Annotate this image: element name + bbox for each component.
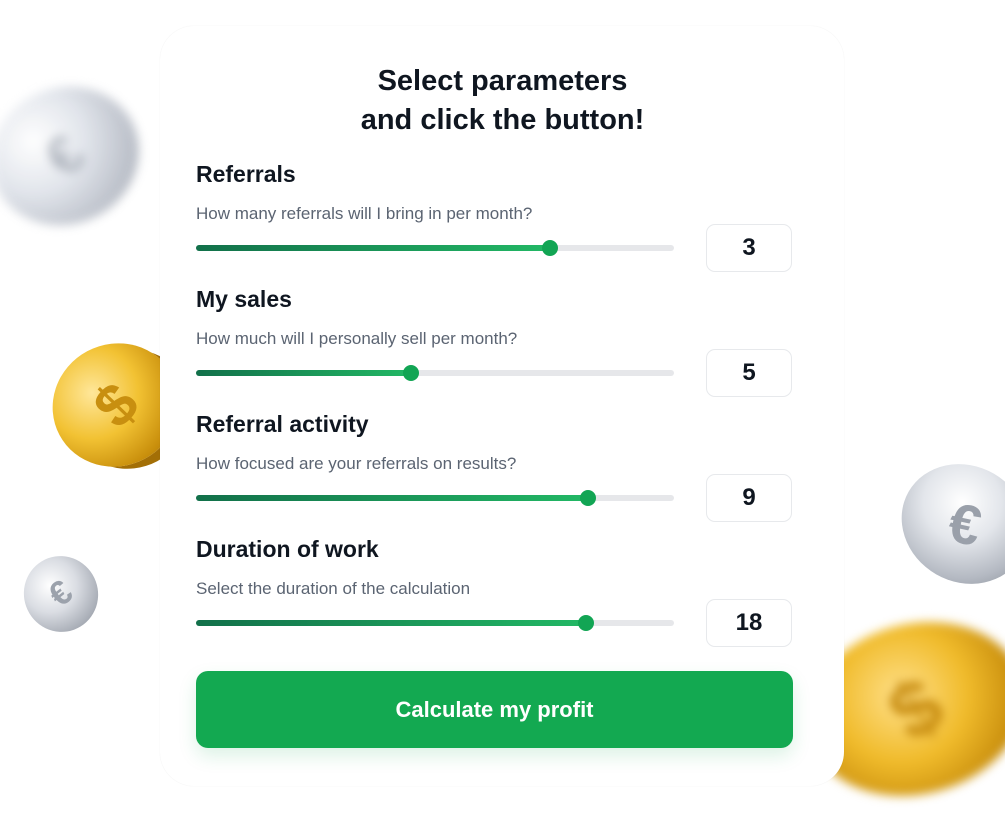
referrals-description: How many referrals will I bring in per m… [196, 204, 533, 223]
silver-coin-icon: € [879, 441, 1005, 607]
duration-value[interactable]: 18 [706, 599, 792, 647]
referral-activity-description: How focused are your referrals on result… [196, 454, 517, 473]
referrals-slider-thumb[interactable] [541, 240, 558, 256]
duration-slider[interactable] [196, 615, 674, 631]
duration-section: Duration of work Select the duration of … [196, 536, 796, 661]
title-line-2: and click the button! [360, 104, 645, 136]
my-sales-slider[interactable] [196, 365, 674, 381]
referrals-value[interactable]: 3 [706, 224, 792, 272]
my-sales-section: My sales How much will I personally sell… [196, 286, 796, 411]
referrals-slider-fill [196, 245, 550, 251]
referral-activity-label: Referral activity [196, 411, 369, 437]
referral-activity-value[interactable]: 9 [706, 474, 792, 522]
referral-activity-slider-thumb[interactable] [579, 490, 596, 506]
duration-label: Duration of work [196, 536, 379, 562]
my-sales-label: My sales [196, 286, 292, 312]
silver-coin-icon: € [13, 545, 109, 643]
my-sales-slider-fill [196, 370, 412, 376]
calculate-profit-button[interactable]: Calculate my profit [196, 671, 793, 748]
page-title: Select parameters and click the button! [0, 62, 1005, 140]
my-sales-description: How much will I personally sell per mont… [196, 329, 518, 348]
title-line-1: Select parameters [377, 65, 628, 97]
my-sales-value[interactable]: 5 [706, 349, 792, 397]
my-sales-slider-thumb[interactable] [403, 365, 420, 381]
duration-slider-thumb[interactable] [577, 615, 594, 631]
duration-description: Select the duration of the calculation [196, 579, 471, 598]
referrals-slider[interactable] [196, 240, 674, 256]
duration-slider-fill [196, 620, 586, 626]
referral-activity-slider[interactable] [196, 490, 674, 506]
referral-activity-section: Referral activity How focused are your r… [196, 411, 796, 536]
referrals-label: Referrals [196, 161, 296, 187]
referrals-section: Referrals How many referrals will I brin… [196, 161, 796, 286]
referral-activity-slider-fill [196, 495, 588, 501]
